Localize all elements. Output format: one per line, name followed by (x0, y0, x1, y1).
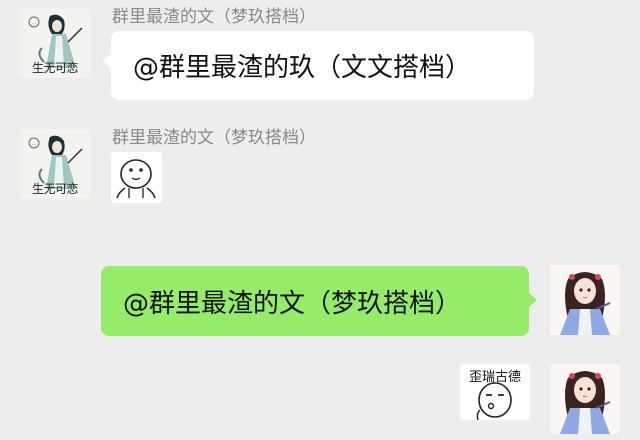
svg-text:...: ... (32, 141, 36, 146)
meme-face-icon (111, 152, 162, 203)
message-text: @群里最渣的文（梦玖搭档） (123, 288, 462, 319)
outgoing-message-2: 歪瑞古德 (0, 355, 640, 440)
message-bubble[interactable]: @群里最渣的玖（文文搭档） (103, 31, 534, 100)
sender-avatar[interactable]: ... 生无可恋 (20, 129, 90, 199)
meme-face-sticker[interactable]: 歪瑞古德 (460, 364, 530, 420)
message-bubble[interactable]: @群里最渣的文（梦玖搭档） (101, 266, 537, 336)
incoming-message-2: ... 生无可恋 群里最渣的文（梦玖搭档） (0, 120, 640, 210)
sender-name: 群里最渣的文（梦玖搭档） (112, 128, 316, 148)
anime-girl-icon (550, 265, 620, 335)
incoming-message-1: ... 生无可恋 群里最渣的文（梦玖搭档） @群里最渣的玖（文文搭档） (0, 0, 640, 110)
svg-text:...: ... (32, 20, 36, 25)
avatar-caption: 生无可恋 (31, 61, 79, 75)
message-text: @群里最渣的玖（文文搭档） (133, 53, 472, 83)
sticker-caption: 歪瑞古德 (468, 370, 521, 385)
sender-avatar[interactable]: ... 生无可恋 (20, 8, 90, 78)
my-avatar[interactable] (550, 364, 620, 434)
sender-name: 群里最渣的文（梦玖搭档） (112, 7, 316, 27)
my-avatar[interactable] (550, 265, 620, 335)
anime-girl-icon (550, 364, 620, 434)
avatar-caption: 生无可恋 (31, 182, 79, 196)
outgoing-message-1: @群里最渣的文（梦玖搭档） (0, 260, 640, 340)
meme-face-sticker[interactable] (111, 152, 162, 203)
